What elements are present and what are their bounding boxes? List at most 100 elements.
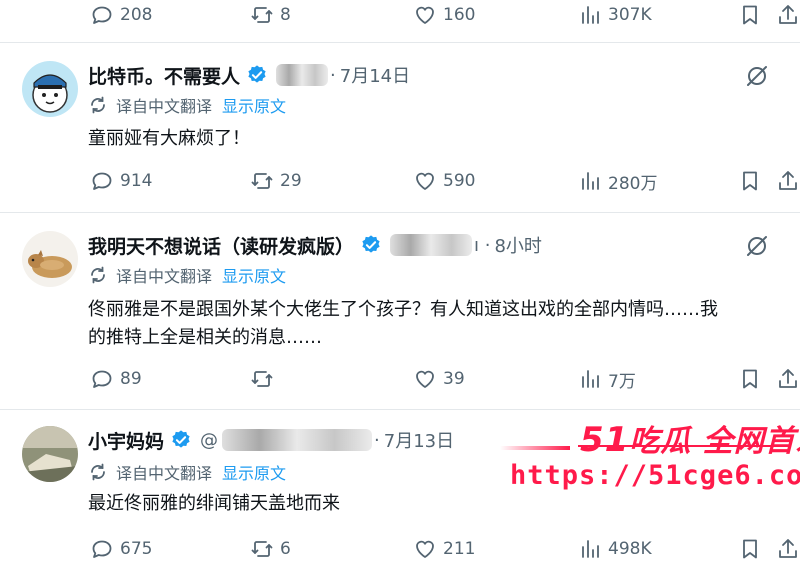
bookmark-icon xyxy=(743,369,757,389)
reply-button[interactable]: 914 xyxy=(90,166,152,196)
view-count: 7万 xyxy=(608,371,636,392)
share-button[interactable] xyxy=(776,0,800,30)
avatar[interactable] xyxy=(22,231,78,287)
handle-redacted[interactable] xyxy=(276,64,329,86)
repost-count: 6 xyxy=(280,539,291,559)
tweet-feed: 208 8 160 307K 比特币。不需要人 · 7月14日 译自中文翻译 显… xyxy=(0,0,800,567)
share-icon xyxy=(779,369,797,388)
avatar[interactable] xyxy=(22,426,78,482)
divider xyxy=(0,42,800,43)
views-icon xyxy=(582,172,599,190)
action-bar-post-2: 89 39 7万 xyxy=(0,364,800,394)
repost-button[interactable]: 8 xyxy=(250,0,291,30)
action-bar-post-3: 675 6 211 498K xyxy=(0,534,800,564)
like-count: 39 xyxy=(443,369,465,389)
like-button[interactable]: 590 xyxy=(413,166,475,196)
show-original-link[interactable]: 显示原文 xyxy=(222,263,286,287)
translate-icon xyxy=(91,266,105,284)
grok-icon xyxy=(747,236,767,256)
translation-bar: 译自中文翻译 显示原文 xyxy=(88,460,286,484)
reply-count: 89 xyxy=(120,369,142,389)
grok-button[interactable] xyxy=(744,63,770,89)
watermark-url: https://51cge6.com xyxy=(510,460,800,491)
verified-badge-icon xyxy=(248,65,266,83)
share-icon xyxy=(779,539,797,558)
bookmark-button[interactable] xyxy=(738,364,762,394)
repost-icon xyxy=(251,541,273,557)
handle-at: @ xyxy=(200,429,219,451)
avatar[interactable] xyxy=(22,61,78,117)
post-time[interactable]: 7月14日 xyxy=(340,62,410,88)
show-original-link[interactable]: 显示原文 xyxy=(222,93,286,117)
post-text-line: 童丽娅有大麻烦了！ xyxy=(88,128,250,149)
repost-count: 8 xyxy=(280,5,291,25)
repost-button[interactable] xyxy=(250,364,280,394)
view-count: 498K xyxy=(608,539,652,559)
views-button[interactable]: 307K xyxy=(578,0,652,30)
views-button[interactable]: 280万 xyxy=(578,166,657,196)
view-count: 280万 xyxy=(608,173,658,194)
divider xyxy=(0,212,800,213)
repost-icon xyxy=(251,7,273,23)
like-button[interactable]: 160 xyxy=(413,0,475,30)
reply-count: 914 xyxy=(120,171,153,191)
repost-icon xyxy=(251,371,273,387)
share-button[interactable] xyxy=(776,166,800,196)
reply-icon xyxy=(92,6,112,24)
translate-label: 译自中文翻译 xyxy=(116,97,213,116)
separator: ı · xyxy=(474,234,491,256)
translation-bar: 译自中文翻译 显示原文 xyxy=(88,263,286,287)
like-button[interactable]: 39 xyxy=(413,364,465,394)
show-original-link[interactable]: 显示原文 xyxy=(222,460,286,484)
post-time[interactable]: 8小时 xyxy=(494,232,541,258)
reply-button[interactable]: 675 xyxy=(90,534,152,564)
handle-redacted[interactable] xyxy=(390,234,473,256)
share-button[interactable] xyxy=(776,364,800,394)
views-icon xyxy=(582,370,599,388)
reply-icon xyxy=(92,370,112,388)
like-button[interactable]: 211 xyxy=(413,534,475,564)
post-header: 小宇妈妈 @ · 7月13日 xyxy=(88,424,454,456)
bookmark-icon xyxy=(743,5,757,25)
repost-button[interactable]: 29 xyxy=(250,166,302,196)
verified-badge-icon xyxy=(172,430,190,448)
watermark-brand-num: 51 xyxy=(580,420,630,460)
reply-count: 675 xyxy=(120,539,153,559)
handle-redacted[interactable] xyxy=(222,429,373,451)
like-count: 211 xyxy=(443,539,476,559)
watermark-underline xyxy=(578,445,788,447)
grok-button[interactable] xyxy=(744,233,770,259)
action-bar-post-1: 914 29 590 280万 xyxy=(0,166,800,196)
bookmark-button[interactable] xyxy=(738,166,762,196)
views-button[interactable]: 7万 xyxy=(578,364,636,394)
share-icon xyxy=(779,5,797,24)
translate-icon xyxy=(91,96,105,114)
post-text: 佟丽雅是不是跟国外某个大佬生了个孩子？有人知道这出戏的全部内情吗……我 的推特上… xyxy=(88,296,800,352)
display-name[interactable]: 比特币。不需要人 xyxy=(88,62,240,89)
bookmark-button[interactable] xyxy=(738,534,762,564)
reply-button[interactable]: 89 xyxy=(90,364,142,394)
translate-icon xyxy=(91,463,105,481)
display-name[interactable]: 我明天不想说话（读研发疯版） xyxy=(88,232,354,259)
like-icon xyxy=(416,172,434,190)
action-bar-top: 208 8 160 307K xyxy=(0,0,800,30)
share-icon xyxy=(779,171,797,190)
translate-label: 译自中文翻译 xyxy=(116,464,213,483)
post-header: 比特币。不需要人 · 7月14日 xyxy=(88,59,410,91)
share-button[interactable] xyxy=(776,534,800,564)
post-text-line: 的推特上全是相关的消息…… xyxy=(88,327,322,348)
like-icon xyxy=(416,540,434,558)
repost-button[interactable]: 6 xyxy=(250,534,291,564)
reply-button[interactable]: 208 xyxy=(90,0,152,30)
watermark-decor-line xyxy=(500,446,570,450)
grok-icon xyxy=(747,66,767,86)
post-time[interactable]: 7月13日 xyxy=(384,427,454,453)
post-text: 童丽娅有大麻烦了！ xyxy=(88,125,800,153)
post-header: 我明天不想说话（读研发疯版） ı · 8小时 xyxy=(88,229,542,261)
watermark-brand: 51吃瓜 全网首发 xyxy=(580,416,800,460)
translate-label: 译自中文翻译 xyxy=(116,267,213,286)
reply-icon xyxy=(92,540,112,558)
views-button[interactable]: 498K xyxy=(578,534,652,564)
display-name[interactable]: 小宇妈妈 xyxy=(88,427,164,454)
bookmark-button[interactable] xyxy=(738,0,762,30)
